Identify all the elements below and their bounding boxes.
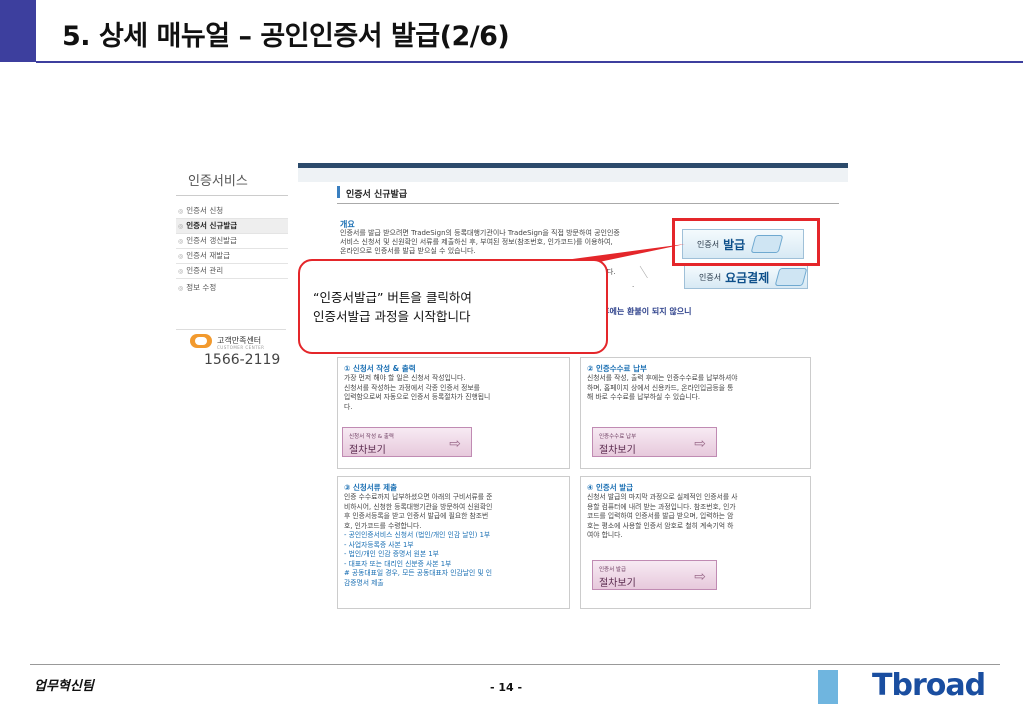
step-line: 신청서 발급의 마지막 과정으로 실제적인 인증서를 사	[587, 493, 738, 501]
step-line: 호, 인가코드를 수령합니다.	[344, 521, 422, 530]
step-line: 하며, 홈페이지 상에서 신용카드, 온라인입금등을 통	[587, 383, 734, 392]
step-line: 비하시어, 신청한 등록대행기관을 방문하여 신원확인	[344, 502, 493, 511]
step-2-text: 신청서를 작성, 출력 후에는 인증수수료를 납부하셔야 하며, 홈페이지 상에…	[587, 374, 807, 403]
sidebar-item-manage[interactable]: ◎ 인증서 관리	[176, 264, 288, 279]
title-underline	[36, 61, 1023, 63]
step-button-small: 인증수수료 납부	[599, 434, 637, 440]
step-3-title: ③ 신청서류 제출	[344, 483, 397, 492]
step-2-title: ② 인증수수료 납부	[587, 364, 647, 373]
sidebar-item-edit-info[interactable]: ◎ 정보 수정	[176, 281, 288, 295]
step-2-procedure-button[interactable]: 인증수수료 납부 절차보기 ⇨	[592, 427, 717, 457]
step-line: - 사업자등록증 사본 1부	[344, 540, 414, 549]
step-line: 해 바로 수수료를 납부하실 수 있습니다.	[587, 393, 701, 401]
sidebar-item-reissue[interactable]: ◎ 인증서 재발급	[176, 249, 288, 264]
content-heading: 인증서 신규발급	[346, 190, 408, 200]
sidebar-item-label: 정보 수정	[186, 283, 217, 292]
overview-dot: ·	[632, 283, 635, 291]
brand-logo: Tbroad	[872, 668, 986, 703]
step-line: 다.	[344, 402, 353, 411]
bullet-icon: ◎	[178, 253, 184, 260]
bullet-icon: ◎	[178, 238, 184, 245]
step-line: 코드를 입력하여 인증서를 발급 받으며, 입력하는 암	[587, 512, 734, 520]
step-line: 신청서를 작성하는 과정에서 각종 인증서 정보를	[344, 383, 480, 392]
step-line: 감증명서 제출	[344, 578, 384, 587]
sidebar-item-label: 인증서 신청	[186, 206, 224, 215]
logo-block-blue	[818, 670, 838, 704]
step-line: 용할 컴퓨터에 내려 받는 과정입니다. 참조번호, 인가	[587, 502, 736, 511]
customer-center-phone: 1566-2119	[204, 352, 281, 368]
sidebar-divider	[176, 195, 288, 196]
footer-team: 업무혁신팀	[34, 679, 94, 694]
pay-button-small: 인증서	[699, 272, 722, 282]
overview-line: 인증서를 발급 받으려면 TradeSign의 등록대행기관이나 TradeSi…	[340, 229, 620, 237]
card-icon	[774, 268, 808, 286]
callout-text: “인증서발급” 버튼을 클릭하여 인증서발급 과정을 시작합니다	[313, 288, 472, 326]
footer-divider	[30, 664, 1000, 665]
arrow-right-icon: ⇨	[449, 436, 461, 452]
bullet-icon: ◎	[178, 268, 184, 275]
slide-title: 5. 상세 매뉴얼 – 공인인증서 발급(2/6)	[62, 21, 510, 52]
sidebar-item-label: 인증서 갱신발급	[186, 236, 237, 245]
callout-line: 인증서발급 과정을 시작합니다	[313, 309, 471, 324]
step-4-procedure-button[interactable]: 인증서 발급 절차보기 ⇨	[592, 560, 717, 590]
step-1-procedure-button[interactable]: 신청서 작성 & 출력 절차보기 ⇨	[342, 427, 472, 457]
sidebar-item-label: 인증서 관리	[186, 266, 224, 275]
step-line: - 공인인증서비스 신청서 (법인/개인 인감 날인) 1부	[344, 531, 491, 539]
step-button-big: 절차보기	[599, 445, 636, 456]
customer-center-icon	[190, 334, 212, 348]
step-line: 가장 먼저 해야 할 일은 신청서 작성입니다.	[344, 374, 466, 382]
sidebar-item-apply[interactable]: ◎ 인증서 신청	[176, 204, 288, 219]
page-number: - 14 -	[490, 681, 523, 694]
step-1-title: ① 신청서 작성 & 출력	[344, 364, 416, 373]
step-button-small: 신청서 작성 & 출력	[349, 434, 394, 440]
highlight-box	[672, 218, 820, 266]
step-line: 여야 합니다.	[587, 531, 623, 539]
arrow-right-icon: ⇨	[694, 436, 706, 452]
sidebar-item-label: 인증서 신규발급	[186, 221, 238, 230]
step-line: 후 인증서등록을 받고 인증서 발급에 필요한 참조번	[344, 512, 489, 520]
sidebar-item-new-issue[interactable]: ◎ 인증서 신규발급	[176, 219, 288, 234]
heading-marker	[337, 186, 340, 198]
step-line: - 법인/개인 인감 증명서 원본 1부	[344, 550, 439, 558]
bullet-icon: ◎	[178, 223, 184, 230]
callout-line: “인증서발급” 버튼을 클릭하여	[313, 290, 472, 305]
step-4-text: 신청서 발급의 마지막 과정으로 실제적인 인증서를 사 용할 컴퓨터에 내려 …	[587, 493, 807, 541]
step-1-text: 가장 먼저 해야 할 일은 신청서 작성입니다. 신청서를 작성하는 과정에서 …	[344, 374, 566, 412]
title-accent-bar	[0, 0, 36, 62]
bullet-icon: ◎	[178, 285, 184, 292]
customer-center-sub: CUSTOMER CENTER	[217, 345, 265, 350]
step-button-big: 절차보기	[599, 578, 636, 589]
certificate-payment-button[interactable]: 인증서 요금결제	[684, 265, 808, 289]
step-line: 신청서를 작성, 출력 후에는 인증수수료를 납부하셔야	[587, 374, 738, 382]
step-line: 입력함으로써 자동으로 인증서 등록절차가 진행됩니	[344, 393, 491, 401]
step-3-text: 인증 수수료까지 납부하셨으면 아래의 구비서류를 준 비하시어, 신청한 등록…	[344, 493, 566, 588]
step-line: - 대표자 또는 대리인 신분증 사본 1부	[344, 559, 452, 568]
bullet-icon: ◎	[178, 208, 184, 215]
heading-divider	[337, 203, 839, 204]
sidebar-item-label: 인증서 재발급	[186, 251, 231, 260]
sidebar-title: 인증서비스	[188, 174, 248, 189]
step-line: # 공동대표일 경우, 모든 공동대표자 인감날인 및 인	[344, 569, 493, 577]
step-button-big: 절차보기	[349, 445, 386, 456]
step-line: 호는 평소에 사용할 인증서 암호로 철히 계속기억 하	[587, 521, 734, 530]
step-4-title: ④ 인증서 발급	[587, 483, 634, 492]
arrow-right-icon: ⇨	[694, 569, 706, 585]
pay-button-big: 요금결제	[725, 270, 770, 285]
sidebar-item-renew[interactable]: ◎ 인증서 갱신발급	[176, 234, 288, 249]
step-line: 인증 수수료까지 납부하셨으면 아래의 구비서류를 준	[344, 493, 493, 501]
step-button-small: 인증서 발급	[599, 567, 627, 573]
content-header-strip	[298, 168, 848, 182]
